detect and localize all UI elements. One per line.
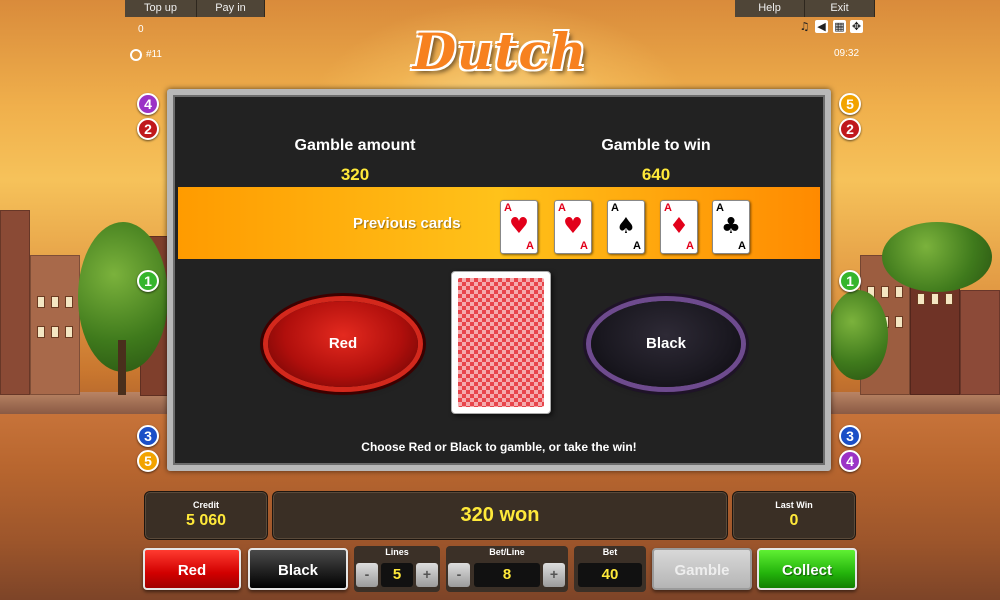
canal-house xyxy=(0,210,30,395)
win-message-box: 320 won xyxy=(272,491,728,540)
bet-line-value: 8 xyxy=(474,563,540,587)
bet-label: Bet xyxy=(602,547,618,557)
red-gamble-button[interactable]: Red xyxy=(268,301,418,387)
card-back-pattern xyxy=(458,278,544,407)
previous-card: A ♣ A xyxy=(712,200,750,254)
lines-label: Lines xyxy=(385,547,409,557)
history-icon[interactable] xyxy=(130,49,142,61)
game-logo: Dutch Fortune xyxy=(386,22,612,141)
line-marker-left-5[interactable]: 5 xyxy=(137,450,159,472)
music-icon[interactable]: ♫ xyxy=(798,20,811,33)
previous-card: A ♦ A xyxy=(660,200,698,254)
red-button[interactable]: Red xyxy=(143,548,241,590)
gamble-to-win-value: 640 xyxy=(641,165,671,184)
last-win-box: Last Win 0 xyxy=(732,491,856,540)
line-marker-left-3[interactable]: 3 xyxy=(137,425,159,447)
fullscreen-icon[interactable]: ✥ xyxy=(850,20,863,33)
line-marker-right-2[interactable]: 2 xyxy=(839,118,861,140)
black-gamble-button[interactable]: Black xyxy=(591,301,741,387)
tree-trunk xyxy=(118,340,126,395)
bet-line-label: Bet/Line xyxy=(489,547,525,557)
bet-value: 40 xyxy=(578,563,642,587)
lines-stepper: Lines - 5 + xyxy=(354,546,440,592)
previous-card: A ♥ A xyxy=(500,200,538,254)
gamble-amount-label: Gamble amount xyxy=(294,137,416,154)
last-win-value: 0 xyxy=(789,512,799,529)
credit-label: Credit xyxy=(192,500,219,510)
previous-card: A ♠ A xyxy=(607,200,645,254)
help-button[interactable]: Help xyxy=(735,0,805,17)
bet-line-stepper: Bet/Line - 8 + xyxy=(446,546,568,592)
line-marker-right-1[interactable]: 1 xyxy=(839,270,861,292)
bet-display: Bet 40 xyxy=(574,546,646,592)
face-down-card xyxy=(451,271,551,414)
tree xyxy=(882,222,992,292)
collect-button[interactable]: Collect xyxy=(757,548,857,590)
gamble-to-win-label: Gamble to win xyxy=(601,137,711,154)
line-marker-left-1[interactable]: 1 xyxy=(137,270,159,292)
gamble-instruction: Choose Red or Black to gamble, or take t… xyxy=(361,440,637,454)
line-marker-left-4[interactable]: 4 xyxy=(137,93,159,115)
line-marker-right-4[interactable]: 4 xyxy=(839,450,861,472)
canal-house xyxy=(30,255,80,395)
exit-button[interactable]: Exit xyxy=(805,0,875,17)
win-message: 320 won xyxy=(460,504,540,526)
gamble-button[interactable]: Gamble xyxy=(652,548,752,590)
previous-card: A ♥ A xyxy=(554,200,592,254)
line-marker-right-5[interactable]: 5 xyxy=(839,93,861,115)
black-button[interactable]: Black xyxy=(248,548,348,590)
lines-plus-button[interactable]: + xyxy=(416,563,438,587)
sound-icon[interactable]: ◀ xyxy=(815,20,828,33)
previous-cards-label: Previous cards xyxy=(353,215,461,232)
lines-minus-button[interactable]: - xyxy=(356,563,378,587)
balance-display: 0 xyxy=(138,24,144,35)
canal-house xyxy=(960,290,1000,395)
lines-value: 5 xyxy=(381,563,413,587)
game-id: #11 xyxy=(146,49,162,60)
pay-in-button[interactable]: Pay in xyxy=(197,0,265,17)
line-marker-right-3[interactable]: 3 xyxy=(839,425,861,447)
tree xyxy=(828,290,888,380)
last-win-label: Last Win xyxy=(775,500,813,510)
bet-line-minus-button[interactable]: - xyxy=(448,563,470,587)
settings-icon[interactable]: ▦ xyxy=(833,20,846,33)
gamble-panel: Gamble amount 320 Gamble to win 640 Prev… xyxy=(167,89,831,471)
top-up-button[interactable]: Top up xyxy=(125,0,197,17)
gamble-amount-value: 320 xyxy=(340,165,370,184)
credit-value: 5 060 xyxy=(185,512,227,529)
credit-box: Credit 5 060 xyxy=(144,491,268,540)
bet-line-plus-button[interactable]: + xyxy=(543,563,565,587)
clock: 09:32 xyxy=(834,48,860,59)
line-marker-left-2[interactable]: 2 xyxy=(137,118,159,140)
